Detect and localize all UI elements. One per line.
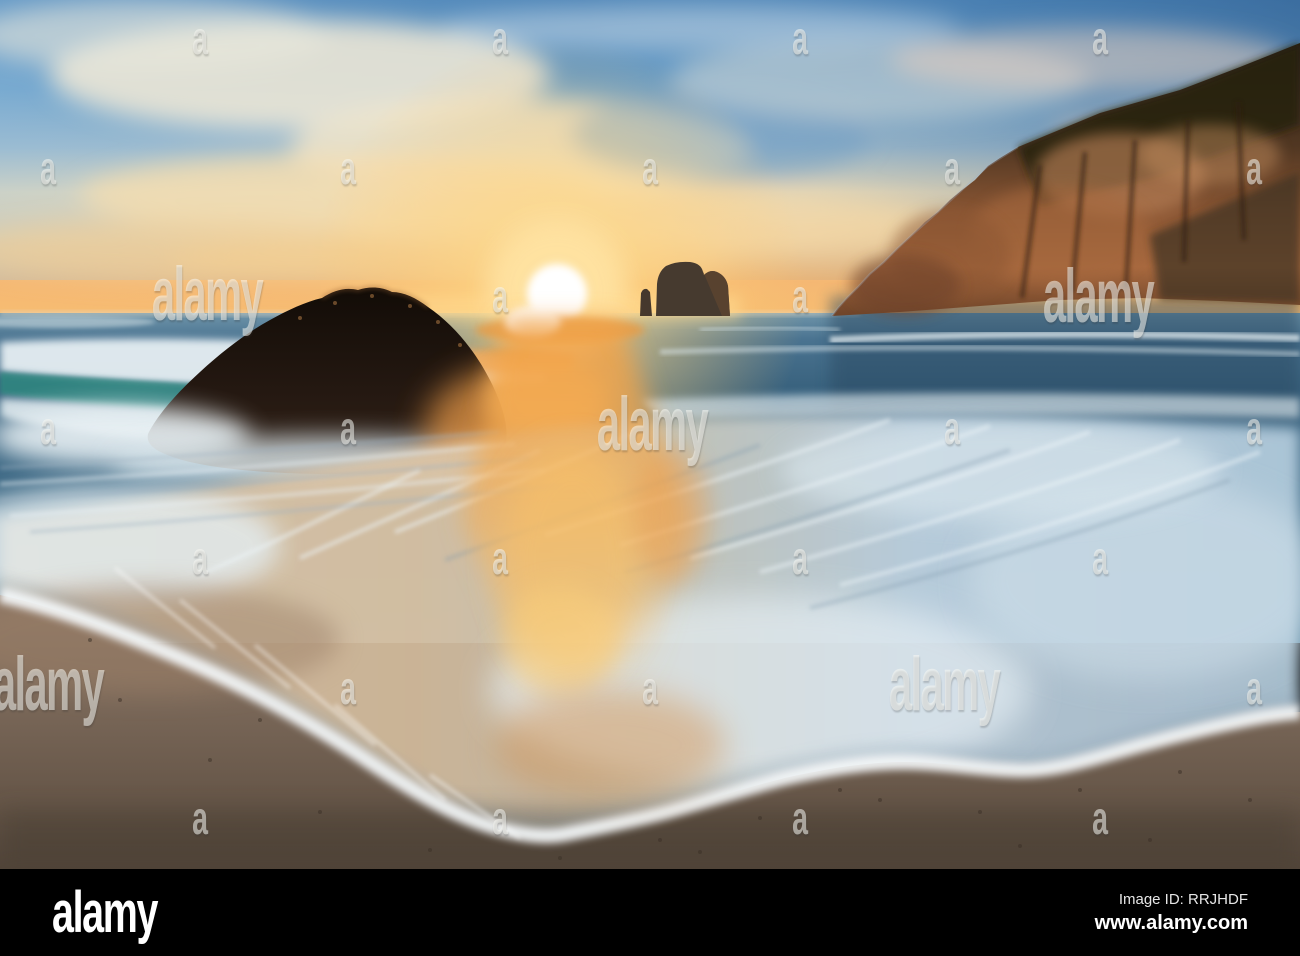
- alamy-website: www.alamy.com: [1094, 911, 1248, 934]
- image-id: Image ID: RRJHDF: [1118, 890, 1248, 908]
- photo-sunset-beach: alamy alamy alamy alamy alamy a a a a a a a a a a a a a a a…: [0, 0, 1300, 869]
- alamy-stock-photo-preview: alamy alamy alamy alamy alamy a a a a a a a a a a a a a a a…: [0, 0, 1300, 956]
- footer-meta: Image ID: RRJHDF www.alamy.com: [1095, 891, 1248, 935]
- footer-bar: alamy Image ID: RRJHDF www.alamy.com: [0, 869, 1300, 956]
- alamy-logo: alamy: [52, 880, 158, 945]
- scene-svg: [0, 0, 1300, 869]
